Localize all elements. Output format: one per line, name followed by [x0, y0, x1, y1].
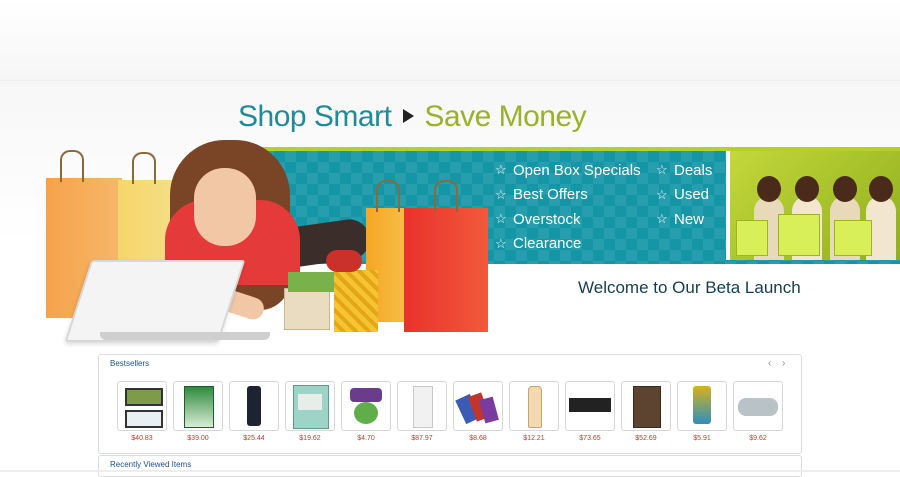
product-image[interactable] [117, 381, 167, 431]
product-image[interactable] [341, 381, 391, 431]
offer-best-offers[interactable]: ☆ Best Offers [495, 183, 641, 208]
product-card[interactable]: $9.62 [733, 381, 783, 442]
product-card[interactable]: $19.62 [285, 381, 335, 442]
product-image[interactable] [229, 381, 279, 431]
product-price: $73.65 [579, 435, 601, 442]
star-icon: ☆ [495, 211, 507, 227]
product-price: $9.62 [749, 435, 767, 442]
product-price: $19.62 [299, 435, 321, 442]
recently-viewed-panel [98, 455, 802, 477]
gift-bow-icon [326, 250, 362, 272]
star-icon: ☆ [656, 162, 668, 178]
banner-tagline: Shop Smart Save Money [238, 100, 587, 134]
product-image[interactable] [509, 381, 559, 431]
product-image[interactable] [677, 381, 727, 431]
product-image[interactable] [173, 381, 223, 431]
offer-new[interactable]: ☆ New [656, 207, 712, 232]
gift-box-icon [334, 270, 378, 332]
offer-label: Deals [674, 161, 713, 179]
product-image[interactable] [285, 381, 335, 431]
product-price: $39.00 [187, 435, 209, 442]
product-price: $5.91 [693, 435, 711, 442]
shoppers-photo [726, 151, 900, 260]
product-price: $12.21 [523, 435, 545, 442]
laptop-base [100, 332, 270, 340]
star-icon: ☆ [495, 162, 507, 178]
offer-used[interactable]: ☆ Used [656, 183, 712, 208]
welcome-heading: Welcome to Our Beta Launch [578, 278, 801, 297]
product-price: $4.70 [357, 435, 375, 442]
shopping-bag-icon [834, 220, 872, 256]
shopping-bag-icon [778, 214, 820, 256]
offer-overstock[interactable]: ☆ Overstock [495, 207, 641, 232]
gift-box-icon [284, 288, 330, 330]
offer-open-box[interactable]: ☆ Open Box Specials [495, 158, 641, 183]
product-price: $8.68 [469, 435, 487, 442]
offer-label: Overstock [513, 210, 581, 228]
product-image[interactable] [397, 381, 447, 431]
product-card[interactable]: $25.44 [229, 381, 279, 442]
product-price: $40.83 [131, 435, 153, 442]
recently-viewed-title: Recently Viewed Items [110, 460, 192, 469]
star-icon: ☆ [495, 235, 507, 251]
product-price: $25.44 [243, 435, 265, 442]
offer-label: Best Offers [513, 186, 588, 204]
tagline-save-money: Save Money [424, 100, 587, 133]
product-image[interactable] [621, 381, 671, 431]
product-card[interactable]: $4.70 [341, 381, 391, 442]
product-card[interactable]: $8.68 [453, 381, 503, 442]
offer-label: New [674, 210, 705, 228]
offers-list-left: ☆ Open Box Specials ☆ Best Offers ☆ Oversto… [495, 158, 641, 256]
product-card[interactable]: $52.69 [621, 381, 671, 442]
product-image[interactable] [565, 381, 615, 431]
product-card[interactable]: $5.91 [677, 381, 727, 442]
offer-label: Used [674, 186, 710, 204]
star-icon: ☆ [495, 186, 507, 202]
offers-list-right: ☆ Deals ☆ Used ☆ New [656, 158, 712, 232]
star-icon: ☆ [656, 211, 668, 227]
star-icon: ☆ [656, 186, 668, 202]
product-card[interactable]: $12.21 [509, 381, 559, 442]
product-card[interactable]: $39.00 [173, 381, 223, 442]
chevron-left-icon[interactable]: ‹ [768, 358, 771, 369]
product-card[interactable]: $87.97 [397, 381, 447, 442]
bestsellers-title: Bestsellers [110, 359, 150, 368]
offer-label: Open Box Specials [513, 161, 641, 179]
top-header-bar [0, 0, 900, 81]
shopping-bag-icon [404, 180, 488, 332]
laptop-icon [64, 260, 246, 342]
product-price: $52.69 [635, 435, 657, 442]
woman-face [194, 168, 256, 246]
product-image[interactable] [733, 381, 783, 431]
product-image[interactable] [453, 381, 503, 431]
product-card[interactable]: $40.83 [117, 381, 167, 442]
product-price: $87.97 [411, 435, 433, 442]
tagline-shop-smart: Shop Smart [238, 100, 392, 133]
chevron-right-icon[interactable]: › [782, 358, 785, 369]
offer-label: Clearance [513, 235, 582, 253]
shopping-bag-icon [736, 220, 768, 256]
product-card[interactable]: $73.65 [565, 381, 615, 442]
play-arrow-icon [403, 109, 415, 124]
offer-deals[interactable]: ☆ Deals [656, 158, 712, 183]
gift-box-icon [288, 272, 334, 292]
offer-clearance[interactable]: ☆ Clearance [495, 232, 641, 257]
